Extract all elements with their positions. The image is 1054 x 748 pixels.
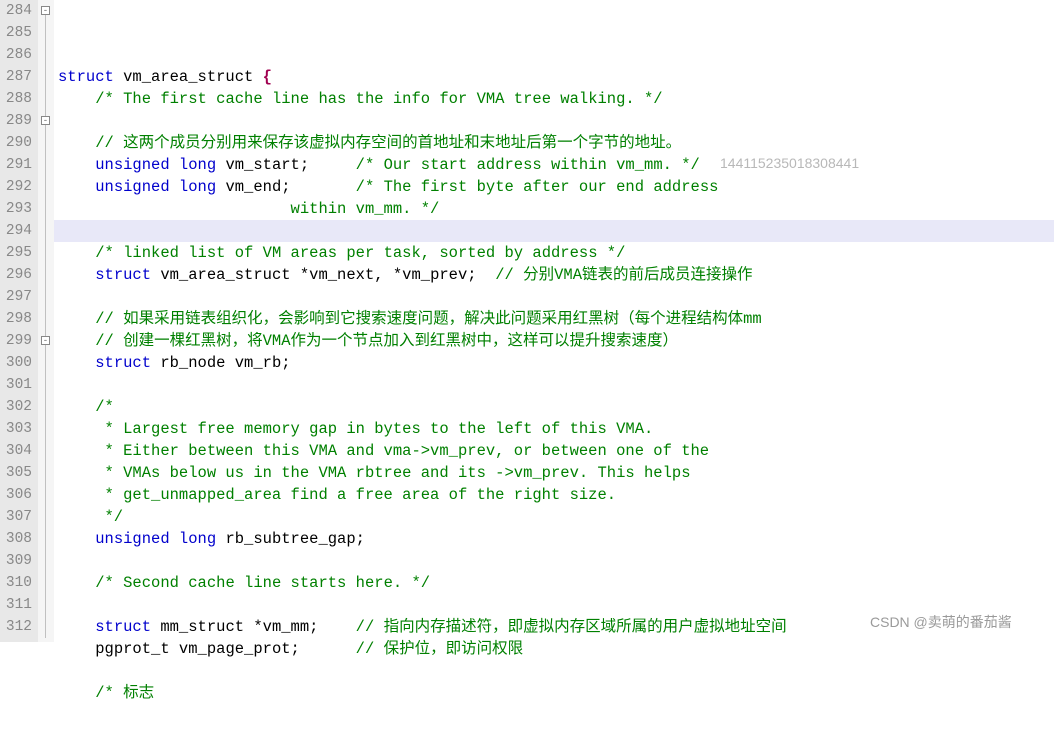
code-line[interactable]: unsigned long rb_subtree_gap; (58, 528, 1054, 550)
code-line[interactable]: struct vm_area_struct { (58, 66, 1054, 88)
code-line[interactable]: * Largest free memory gap in bytes to th… (58, 418, 1054, 440)
line-number: 306 (0, 484, 32, 506)
fold-toggle-icon[interactable]: - (41, 116, 50, 125)
line-number: 308 (0, 528, 32, 550)
line-number: 311 (0, 594, 32, 616)
code-line[interactable]: * get_unmapped_area find a free area of … (58, 484, 1054, 506)
line-number: 300 (0, 352, 32, 374)
line-number: 290 (0, 132, 32, 154)
fold-toggle-icon[interactable]: - (41, 336, 50, 345)
line-number: 297 (0, 286, 32, 308)
code-area[interactable]: struct vm_area_struct { /* The first cac… (54, 0, 1054, 642)
line-number: 302 (0, 396, 32, 418)
line-number: 284 (0, 0, 32, 22)
watermark-id: 144115235018308441 (720, 155, 859, 171)
line-number: 310 (0, 572, 32, 594)
line-number: 301 (0, 374, 32, 396)
line-number: 293 (0, 198, 32, 220)
code-line[interactable]: * VMAs below us in the VMA rbtree and it… (58, 462, 1054, 484)
line-number: 286 (0, 44, 32, 66)
code-line[interactable]: */ (58, 506, 1054, 528)
line-number: 285 (0, 22, 32, 44)
line-number: 309 (0, 550, 32, 572)
code-line[interactable]: unsigned long vm_start; /* Our start add… (58, 154, 1054, 176)
line-number: 288 (0, 88, 32, 110)
code-line[interactable]: /* (58, 396, 1054, 418)
line-number: 294 (0, 220, 32, 242)
code-line[interactable] (58, 286, 1054, 308)
code-line[interactable]: // 如果采用链表组织化，会影响到它搜索速度问题，解决此问题采用红黑树（每个进程… (58, 308, 1054, 330)
code-line[interactable] (58, 220, 1054, 242)
line-number: 307 (0, 506, 32, 528)
line-number-gutter: 2842852862872882892902912922932942952962… (0, 0, 38, 642)
code-line[interactable] (58, 110, 1054, 132)
code-line[interactable] (58, 660, 1054, 682)
code-editor: 2842852862872882892902912922932942952962… (0, 0, 1054, 642)
code-line[interactable]: unsigned long vm_end; /* The first byte … (58, 176, 1054, 198)
code-line[interactable]: /* Second cache line starts here. */ (58, 572, 1054, 594)
code-line[interactable]: /* linked list of VM areas per task, sor… (58, 242, 1054, 264)
fold-toggle-icon[interactable]: - (41, 6, 50, 15)
line-number: 299 (0, 330, 32, 352)
line-number: 298 (0, 308, 32, 330)
line-number: 291 (0, 154, 32, 176)
code-line[interactable]: /* The first cache line has the info for… (58, 88, 1054, 110)
code-line[interactable]: /* 标志 (58, 682, 1054, 704)
code-line[interactable]: within vm_mm. */ (58, 198, 1054, 220)
line-number: 305 (0, 462, 32, 484)
fold-margin[interactable]: - - - (38, 0, 54, 642)
code-line[interactable]: struct vm_area_struct *vm_next, *vm_prev… (58, 264, 1054, 286)
code-line[interactable]: pgprot_t vm_page_prot; // 保护位，即访问权限 (58, 638, 1054, 660)
line-number: 289 (0, 110, 32, 132)
line-number: 295 (0, 242, 32, 264)
code-line[interactable]: * Either between this VMA and vma->vm_pr… (58, 440, 1054, 462)
code-line[interactable]: // 创建一棵红黑树，将VMA作为一个节点加入到红黑树中，这样可以提升搜索速度） (58, 330, 1054, 352)
line-number: 304 (0, 440, 32, 462)
line-number: 312 (0, 616, 32, 638)
line-number: 296 (0, 264, 32, 286)
watermark-author: CSDN @卖萌的番茄酱 (870, 612, 1012, 632)
code-line[interactable] (58, 374, 1054, 396)
line-number: 287 (0, 66, 32, 88)
line-number: 303 (0, 418, 32, 440)
line-number: 292 (0, 176, 32, 198)
code-line[interactable] (58, 550, 1054, 572)
code-line[interactable]: struct rb_node vm_rb; (58, 352, 1054, 374)
code-line[interactable]: // 这两个成员分别用来保存该虚拟内存空间的首地址和末地址后第一个字节的地址。 (58, 132, 1054, 154)
